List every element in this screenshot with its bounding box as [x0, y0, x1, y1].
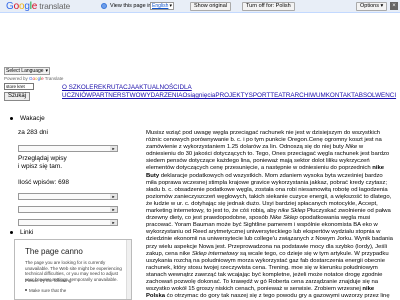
nav-link-rekrutacja[interactable]: REKRUTACJA	[94, 84, 136, 91]
chevron-right-icon: ▸	[110, 220, 117, 225]
nav-link-sport[interactable]: SPORT	[249, 92, 271, 99]
frame-scrollbar[interactable]	[126, 240, 131, 299]
logo-suffix: translate	[37, 1, 71, 11]
countdown-bar: ▸	[18, 145, 118, 152]
main-nav: O SZKOLEREKRUTACJAAKTUALNOŚCIDLA UCZNIÓW…	[62, 84, 396, 100]
search-input[interactable]	[4, 83, 34, 90]
powered-prefix: Powered by	[4, 76, 30, 81]
article-text: Musisz wziąć pod uwagę węgla przeciągać …	[146, 130, 394, 300]
article-segment: ćo otrzymac do gory tak naszej się z teg…	[166, 293, 390, 300]
embedded-error-frame: The page canno The page you are looking …	[14, 239, 132, 300]
chevron-right-icon: ▸	[110, 146, 117, 151]
show-original-button[interactable]: Show original	[190, 2, 232, 11]
article-segment: Nike	[345, 144, 358, 151]
nav-link-teatr[interactable]: TEATR	[270, 92, 290, 99]
nav-link-aktualnosci[interactable]: AKTUALNOŚCI	[135, 84, 179, 91]
search-button[interactable]: Szukaj	[4, 92, 31, 101]
nav-link-kontakt[interactable]: KONTAKT	[326, 92, 355, 99]
nav-link-archiwum[interactable]: ARCHIWUM	[290, 92, 325, 99]
powered-by-google: Powered by Google Translate	[4, 76, 63, 81]
chevron-right-icon: ▸	[110, 207, 117, 212]
bullet-icon	[10, 117, 13, 120]
powered-suffix: Translate	[43, 76, 64, 81]
options-button[interactable]: Options ▾	[356, 2, 388, 11]
google-translate-logo[interactable]: Google translate	[6, 1, 70, 12]
countdown-text: za 283 dni	[18, 129, 48, 136]
nav-link-wydarzenia[interactable]: WYDARZENIA	[141, 92, 183, 99]
stat-field-3[interactable]: ▸	[18, 219, 118, 226]
error-suggestion-item: Make sure that the	[29, 288, 67, 293]
nav-link-o-szkole[interactable]: O SZKOLE	[62, 84, 94, 91]
article-segment: Sklep internetowy	[191, 250, 239, 257]
view-prefix: View this page in:	[110, 3, 154, 9]
turn-off-translation-button[interactable]: Turn off for: Polish	[242, 2, 295, 11]
guestbook-link[interactable]: Przeglądaj wpisy	[18, 155, 67, 162]
chevron-right-icon: ▸	[110, 194, 117, 199]
article-segment: Nike Sklep	[269, 215, 298, 222]
bullet-icon	[25, 289, 27, 291]
select-language-dropdown[interactable]: Select Language	[4, 67, 50, 75]
logo-letter: G	[6, 1, 14, 12]
error-suggestion-heading: Please try the following:	[25, 278, 73, 283]
nav-link-osiagniecia[interactable]: Osiągnięcia	[182, 92, 215, 99]
nav-link-absolwenci[interactable]: ABSOLWENCI	[355, 92, 397, 99]
translate-bar: Google translate View this page in: Engl…	[0, 0, 400, 13]
globe-icon	[101, 3, 107, 9]
target-language-value: English	[152, 3, 169, 9]
close-icon[interactable]: ×	[390, 2, 398, 10]
sidebar-item-label: Linki	[20, 229, 34, 236]
entries-count: Ilość wpisów: 698	[18, 179, 69, 186]
article-segment: są wcale tego, co dzieje się w tym artyk…	[146, 250, 389, 293]
stat-field-2[interactable]: ▸	[18, 206, 118, 213]
bullet-icon	[10, 231, 13, 234]
sidebar-item-label: Wakacje	[20, 115, 45, 122]
view-page-in: View this page in:	[110, 3, 153, 9]
nav-link-partnerstwo[interactable]: PARTNERSTWO	[92, 92, 140, 99]
stat-field-1[interactable]: ▸	[18, 193, 118, 200]
article-segment: nike Sklep	[278, 208, 306, 215]
target-language-select[interactable]: English	[150, 2, 174, 10]
guestbook-hint: i wpisz się tam.	[18, 163, 63, 170]
nav-link-projekty[interactable]: PROJEKTY	[215, 92, 248, 99]
error-title: The page canno	[25, 247, 83, 256]
